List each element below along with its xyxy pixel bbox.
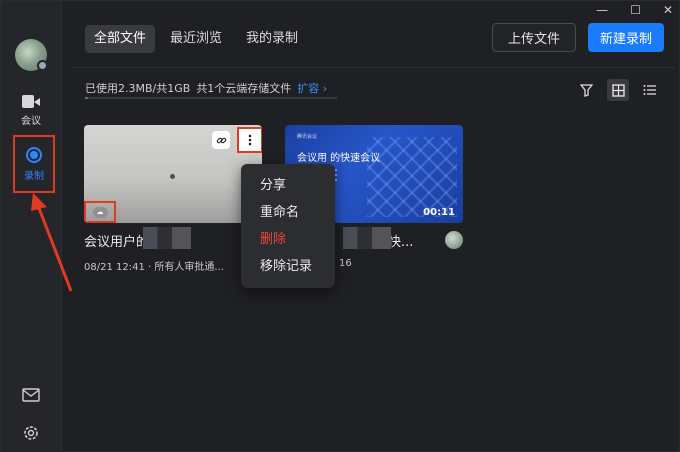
storage-file-count: 共1个云端存储文件 <box>196 82 292 95</box>
copy-link-button[interactable] <box>212 131 230 149</box>
thumbnail-graphic <box>367 137 457 217</box>
tab-all-files[interactable]: 全部文件 <box>85 25 156 53</box>
storage-info: 已使用2.3MB/共1GB 共1个云端存储文件 扩容 › <box>85 80 327 96</box>
list-view-button[interactable] <box>639 79 661 101</box>
recording-meta: 08/21 12:41 · 所有人审批通... <box>84 262 224 273</box>
mail-icon <box>22 388 40 402</box>
new-recording-button[interactable]: 新建录制 <box>588 23 664 52</box>
camera-icon <box>22 95 40 108</box>
sidebar-item-settings[interactable] <box>9 411 53 452</box>
avatar-status-badge <box>37 60 48 71</box>
thumbnail-title: 会议用 的快速会议 <box>297 153 381 164</box>
list-view-icon <box>643 85 656 95</box>
thumbnail-dot <box>170 174 175 179</box>
more-options-button[interactable] <box>237 127 262 153</box>
sidebar-item-label: 会议 <box>21 116 41 127</box>
divider <box>71 67 675 68</box>
storage-progress-fill <box>85 97 88 99</box>
grid-view-button[interactable] <box>607 79 629 101</box>
filter-icon <box>579 83 593 97</box>
filter-button[interactable] <box>575 79 597 101</box>
storage-progress-bar <box>85 97 337 99</box>
upload-file-button[interactable]: 上传文件 <box>492 23 576 52</box>
owner-avatar <box>445 231 463 249</box>
menu-item-delete[interactable]: 删除 <box>241 226 335 253</box>
more-vertical-icon <box>248 134 252 146</box>
sidebar-item-label: 录制 <box>24 170 44 182</box>
thumbnail-brand: 腾讯会议 <box>297 134 318 140</box>
menu-item-share[interactable]: 分享 <box>241 172 335 199</box>
app-window: 会议 录制 — ☐ ✕ 全部文件 最近浏览 我的录制 上传文件 新建录制 已使用… <box>0 0 680 452</box>
sidebar-item-record[interactable]: 录制 <box>13 135 55 193</box>
context-menu: 分享 重命名 删除 移除记录 <box>241 164 335 288</box>
maximize-button[interactable]: ☐ <box>630 3 641 17</box>
recording-thumbnail[interactable]: ☁ 02 <box>84 125 262 223</box>
expand-storage-link[interactable]: 扩容 › <box>297 80 327 96</box>
sidebar-item-meeting[interactable]: 会议 <box>9 89 53 133</box>
file-tabs: 全部文件 最近浏览 我的录制 <box>85 25 307 53</box>
grid-view-icon <box>611 83 625 97</box>
tab-my-recordings[interactable]: 我的录制 <box>237 25 307 53</box>
storage-usage: 已使用2.3MB/共1GB <box>85 82 191 95</box>
cloud-storage-badge: ☁ <box>84 201 116 223</box>
redacted-text <box>143 227 191 249</box>
menu-item-remove-record[interactable]: 移除记录 <box>241 253 335 280</box>
redacted-text <box>343 227 391 249</box>
minimize-button[interactable]: — <box>596 3 608 17</box>
menu-item-rename[interactable]: 重命名 <box>241 199 335 226</box>
left-sidebar: 会议 录制 <box>1 1 62 452</box>
link-icon <box>216 137 226 143</box>
cloud-icon: ☁ <box>92 206 108 218</box>
view-toolbar <box>575 79 661 101</box>
record-icon <box>26 146 42 163</box>
tab-recent[interactable]: 最近浏览 <box>161 25 231 53</box>
window-controls: — ☐ ✕ <box>596 3 673 17</box>
recording-duration: 00:11 <box>423 207 455 218</box>
close-button[interactable]: ✕ <box>663 3 673 17</box>
recording-card[interactable]: ☁ 02 会议用户的快... 08/21 12:41 · 所有人审批通... <box>84 125 264 273</box>
gear-icon <box>24 426 38 440</box>
